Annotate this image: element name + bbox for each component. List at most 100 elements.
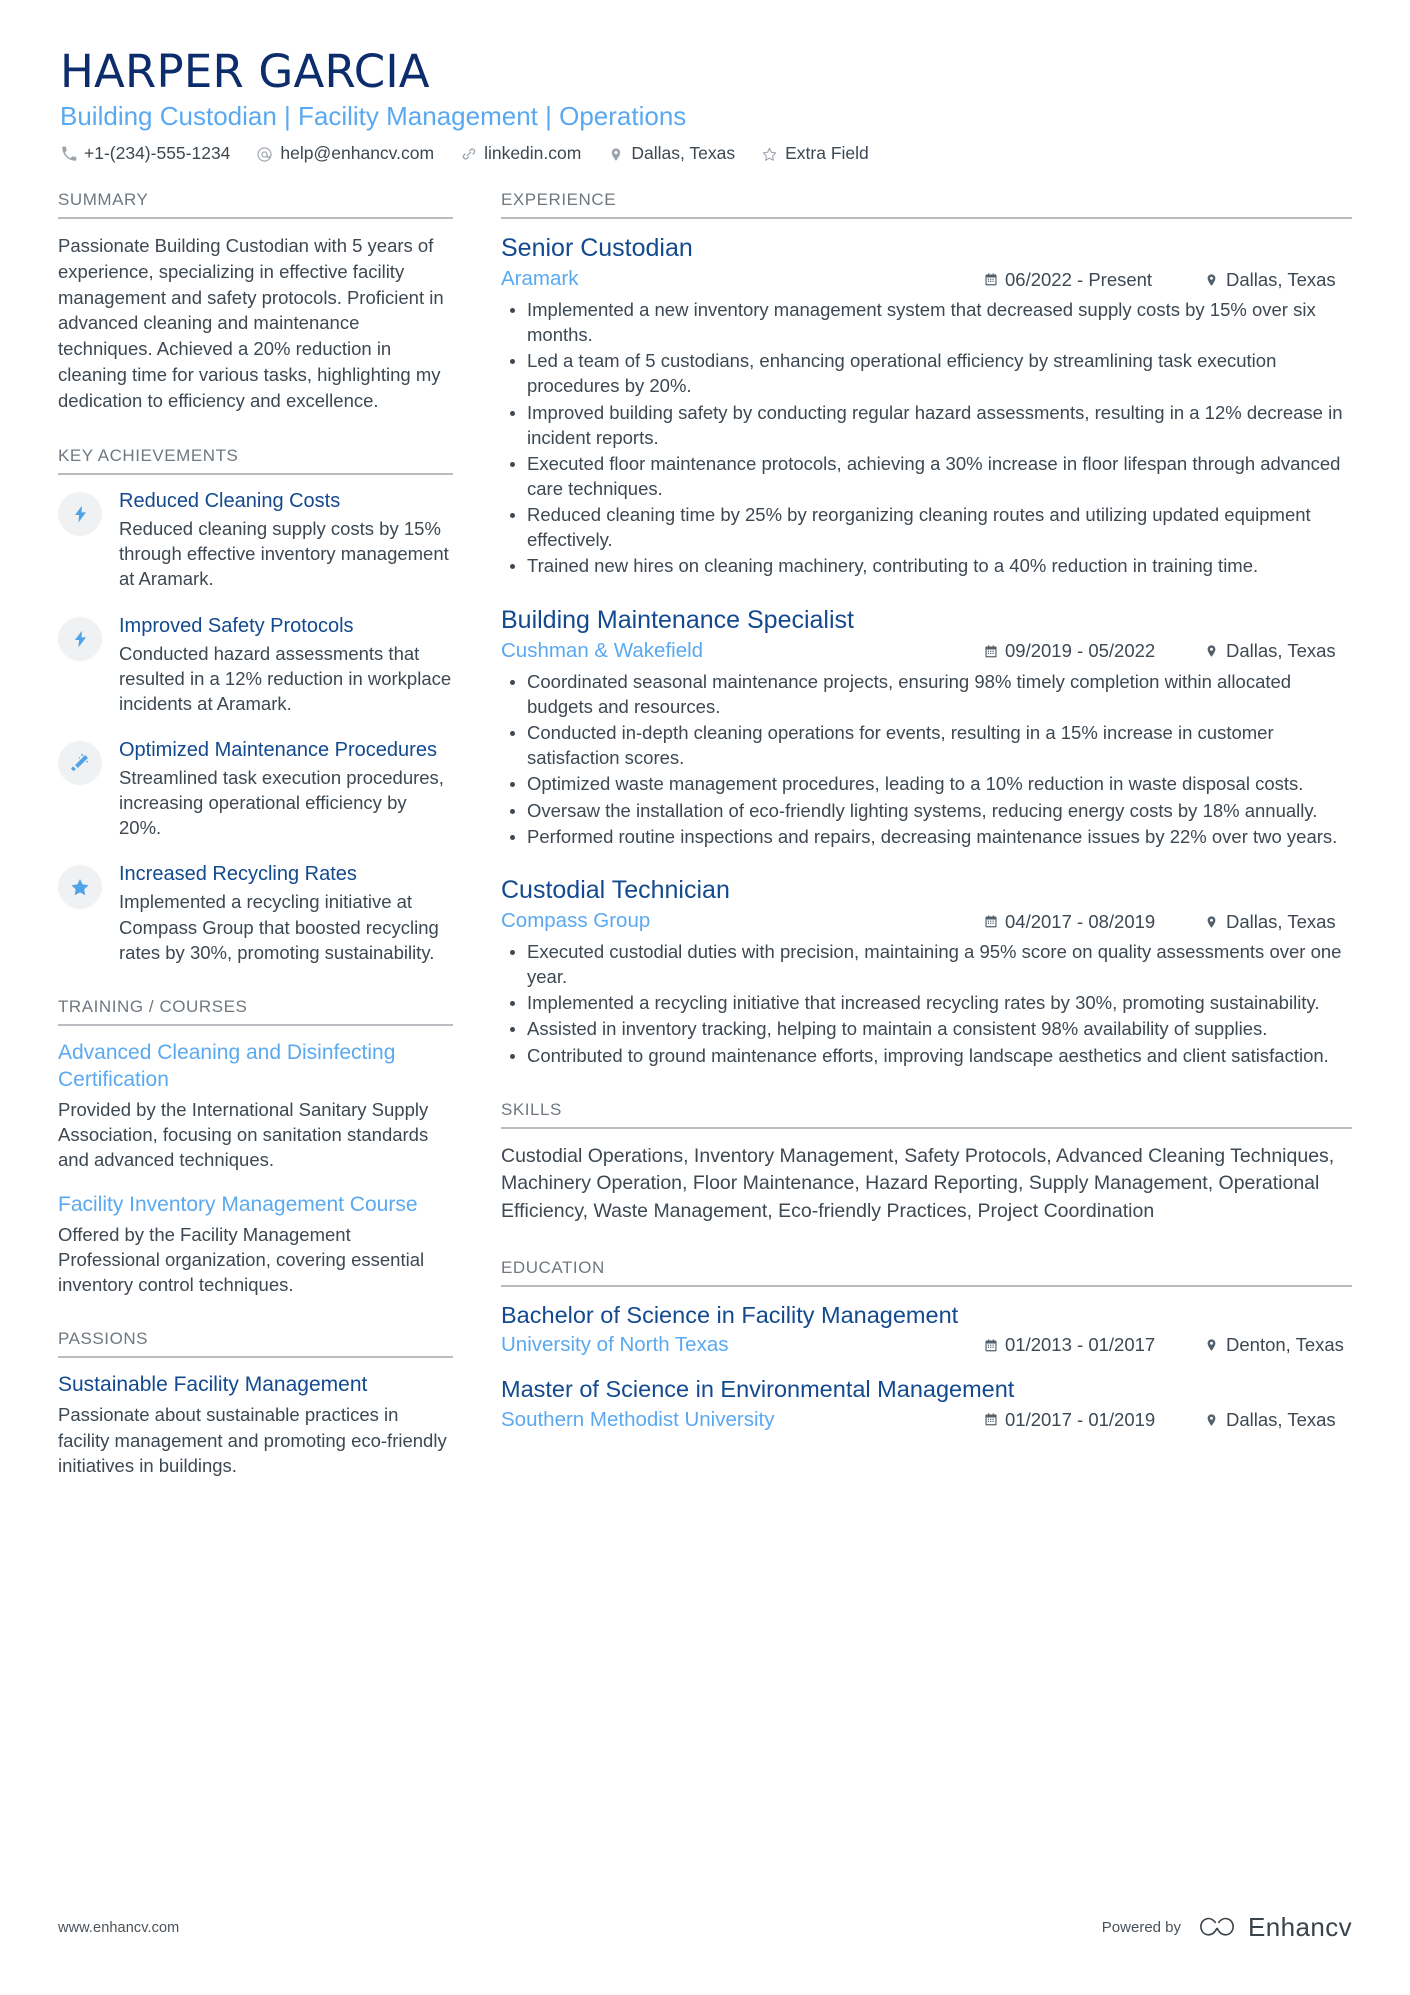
contact-email-text: help@enhancv.com: [280, 143, 435, 164]
phone-icon: [60, 146, 77, 163]
section-title-experience: EXPERIENCE: [501, 190, 1352, 219]
section-title-training-courses: TRAINING / COURSES: [58, 997, 453, 1026]
job-bullet: Executed floor maintenance protocols, ac…: [501, 451, 1352, 501]
calendar-icon: [983, 914, 998, 930]
achievement-title: Increased Recycling Rates: [119, 863, 357, 886]
contact-phone[interactable]: +1-(234)-555-1234: [60, 145, 230, 163]
job-company[interactable]: Cushman & Wakefield: [501, 639, 983, 664]
education-degree: Bachelor of Science in Facility Manageme…: [501, 1301, 959, 1328]
achievement-desc: Reduced cleaning supply costs by 15% thr…: [119, 518, 449, 590]
education-location-text: Dallas, Texas: [1226, 1408, 1336, 1430]
job-bullet: Trained new hires on cleaning machinery,…: [501, 553, 1352, 578]
section-experience: EXPERIENCE Senior Custodian Aramark 06/2…: [501, 190, 1352, 1068]
magic-wand-icon: [58, 740, 102, 785]
contact-phone-text: +1-(234)-555-1234: [84, 143, 231, 164]
section-passions: PASSIONS Sustainable Facility Management…: [58, 1329, 453, 1477]
calendar-icon: [983, 1337, 998, 1353]
contact-location-text: Dallas, Texas: [631, 143, 736, 164]
job-company[interactable]: Compass Group: [501, 909, 983, 934]
job-meta: Cushman & Wakefield 09/2019 - 05/2022 Da…: [501, 639, 1352, 664]
link-icon: [460, 146, 477, 163]
section-key-achievements: KEY ACHIEVEMENTS Reduced Cleaning Costs …: [58, 446, 453, 965]
education-school[interactable]: Southern Methodist University: [501, 1408, 983, 1433]
job-bullet: Implemented a recycling initiative that …: [501, 990, 1352, 1015]
job-dates-text: 04/2017 - 08/2019: [1005, 910, 1156, 932]
star-outline-icon: [761, 146, 778, 163]
resume-page: HARPER GARCIA Building Custodian | Facil…: [0, 0, 1410, 1995]
job-location-text: Dallas, Texas: [1226, 268, 1336, 290]
achievement-item: Improved Safety Protocols Conducted haza…: [58, 614, 453, 716]
education-item: Master of Science in Environmental Manag…: [501, 1375, 1352, 1432]
experience-item: Building Maintenance Specialist Cushman …: [501, 605, 1352, 849]
job-meta: Aramark 06/2022 - Present Dallas, Texas: [501, 267, 1352, 292]
course-title[interactable]: Advanced Cleaning and Disinfecting Certi…: [58, 1040, 453, 1094]
education-location-text: Denton, Texas: [1226, 1334, 1344, 1356]
section-skills: SKILLS Custodial Operations, Inventory M…: [501, 1100, 1352, 1226]
footer-brand-block: Powered by Enhancv: [1102, 1912, 1352, 1943]
achievement-item: Optimized Maintenance Procedures Streaml…: [58, 738, 453, 840]
contact-extra-field-text: Extra Field: [785, 143, 869, 164]
achievement-desc: Implemented a recycling initiative at Co…: [119, 891, 439, 963]
contact-location: Dallas, Texas: [607, 145, 735, 163]
education-meta: Southern Methodist University 01/2017 - …: [501, 1408, 1352, 1433]
footer-url[interactable]: www.enhancv.com: [58, 1920, 179, 1936]
job-bullet: Improved building safety by conducting r…: [501, 400, 1352, 450]
resume-body: SUMMARY Passionate Building Custodian wi…: [58, 190, 1352, 1478]
job-meta: Compass Group 04/2017 - 08/2019 Dallas,: [501, 909, 1352, 934]
resume-header: HARPER GARCIA Building Custodian | Facil…: [58, 47, 1352, 163]
job-bullet: Conducted in-depth cleaning operations f…: [501, 720, 1352, 770]
education-meta: University of North Texas 01/2013 - 01/2…: [501, 1333, 1352, 1358]
job-bullet: Oversaw the installation of eco-friendly…: [501, 798, 1352, 823]
enhancv-logo: Enhancv: [1195, 1912, 1352, 1943]
section-title-education: EDUCATION: [501, 1258, 1352, 1287]
summary-text: Passionate Building Custodian with 5 yea…: [58, 234, 444, 412]
contact-extra-field: Extra Field: [761, 145, 869, 163]
job-dates-text: 09/2019 - 05/2022: [1005, 640, 1156, 662]
education-dates-text: 01/2017 - 01/2019: [1005, 1408, 1156, 1430]
achievement-item: Increased Recycling Rates Implemented a …: [58, 862, 453, 964]
job-location-text: Dallas, Texas: [1226, 910, 1336, 932]
job-bullets: Executed custodial duties with precision…: [501, 939, 1352, 1068]
email-icon: [256, 146, 273, 163]
job-bullets: Implemented a new inventory management s…: [501, 297, 1352, 579]
location-pin-icon: [1204, 272, 1219, 288]
achievement-desc: Conducted hazard assessments that result…: [119, 642, 452, 714]
contact-linkedin[interactable]: linkedin.com: [460, 145, 581, 163]
contact-email[interactable]: help@enhancv.com: [256, 145, 434, 163]
section-training-courses: TRAINING / COURSES Advanced Cleaning and…: [58, 997, 453, 1298]
education-dates: 01/2013 - 01/2017: [983, 1334, 1179, 1356]
job-role: Building Maintenance Specialist: [501, 605, 854, 634]
course-item: Advanced Cleaning and Disinfecting Certi…: [58, 1040, 453, 1172]
achievement-title: Optimized Maintenance Procedures: [119, 738, 437, 761]
job-company[interactable]: Aramark: [501, 267, 983, 292]
section-title-key-achievements: KEY ACHIEVEMENTS: [58, 446, 453, 476]
location-pin-icon: [1204, 1337, 1219, 1353]
job-location: Dallas, Texas: [1204, 640, 1352, 662]
education-location: Denton, Texas: [1204, 1334, 1352, 1356]
job-bullets: Coordinated seasonal maintenance project…: [501, 669, 1352, 849]
achievement-item: Reduced Cleaning Costs Reduced cleaning …: [58, 489, 453, 591]
lightning-bolt-icon: [58, 492, 102, 537]
calendar-icon: [983, 643, 998, 659]
enhancv-mark-icon: [1200, 1917, 1234, 1936]
location-pin-icon: [607, 146, 624, 163]
education-school[interactable]: University of North Texas: [501, 1333, 983, 1358]
section-title-summary: SUMMARY: [58, 190, 453, 219]
location-pin-icon: [1204, 914, 1219, 930]
contact-linkedin-text: linkedin.com: [484, 143, 582, 164]
section-title-skills: SKILLS: [501, 1100, 1352, 1129]
job-dates: 09/2019 - 05/2022: [983, 640, 1179, 662]
left-column: SUMMARY Passionate Building Custodian wi…: [58, 190, 453, 1478]
resume-footer: www.enhancv.com Powered by Enhancv: [58, 1912, 1352, 1943]
course-item: Facility Inventory Management Course Off…: [58, 1192, 453, 1297]
job-bullet: Contributed to ground maintenance effort…: [501, 1043, 1352, 1068]
job-location: Dallas, Texas: [1204, 911, 1352, 933]
job-dates: 04/2017 - 08/2019: [983, 911, 1179, 933]
course-title[interactable]: Facility Inventory Management Course: [58, 1192, 453, 1219]
job-bullet: Performed routine inspections and repair…: [501, 824, 1352, 849]
location-pin-icon: [1204, 1412, 1219, 1428]
experience-item: Senior Custodian Aramark 06/2022 - Prese…: [501, 233, 1352, 579]
education-degree: Master of Science in Environmental Manag…: [501, 1376, 1015, 1403]
job-dates-text: 06/2022 - Present: [1005, 268, 1153, 290]
skills-text: Custodial Operations, Inventory Manageme…: [501, 1144, 1335, 1223]
